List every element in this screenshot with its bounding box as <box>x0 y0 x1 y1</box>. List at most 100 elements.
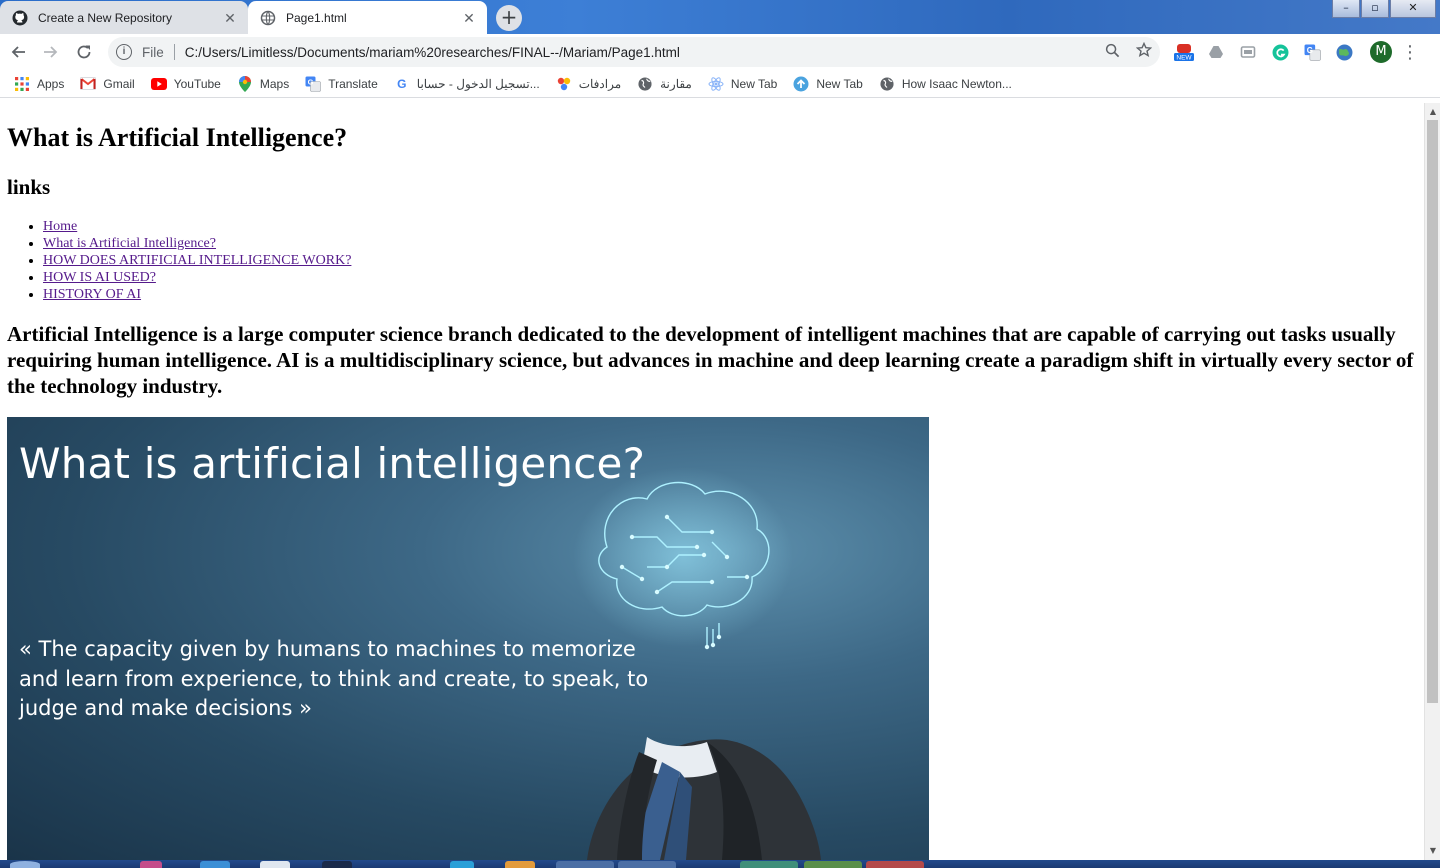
start-orb-icon[interactable] <box>10 861 40 868</box>
back-arrow-icon <box>11 46 25 58</box>
maps-pin-icon <box>237 75 253 92</box>
youtube-icon <box>150 76 167 92</box>
github-icon <box>12 10 28 25</box>
bookmark-gmail[interactable]: Gmail <box>80 76 135 92</box>
svg-text:G: G <box>308 77 314 86</box>
links-heading: links <box>7 175 51 199</box>
page-title: What is Artificial Intelligence? <box>7 123 348 152</box>
bookmark-translate[interactable]: G Translate <box>305 76 378 92</box>
taskbar-app-icon[interactable] <box>740 861 798 868</box>
taskbar-app-icon[interactable] <box>322 861 352 868</box>
ai-illustration-image: What is artificial intelligence? « The c… <box>7 417 929 860</box>
taskbar-app-icon[interactable] <box>618 861 676 868</box>
link-how-ai-used[interactable]: HOW IS AI USED? <box>43 270 156 285</box>
bookmark-new-tab-1[interactable]: New Tab <box>708 76 777 92</box>
image-quote-text: « The capacity given by humans to machin… <box>19 637 649 720</box>
globe-icon <box>260 10 276 25</box>
drive-extension-icon[interactable] <box>1204 42 1228 62</box>
forward-button[interactable] <box>36 37 66 67</box>
taskbar-app-icon[interactable] <box>866 861 924 868</box>
bookmark-maps[interactable]: Maps <box>237 75 290 92</box>
reload-button[interactable] <box>69 37 99 67</box>
forward-arrow-icon <box>44 46 58 58</box>
bookmark-label: YouTube <box>173 76 221 91</box>
bookmark-label: Translate <box>328 76 378 91</box>
scroll-up-arrow-icon[interactable]: ▲ <box>1428 105 1438 119</box>
bookmark-label: مرادفات <box>578 76 622 91</box>
taskbar-app-icon[interactable] <box>140 861 162 868</box>
link-history-of-ai[interactable]: HISTORY OF AI <box>43 287 141 302</box>
cast-extension-icon[interactable] <box>1236 42 1260 62</box>
bookmark-comparison[interactable]: مقارنة <box>637 76 692 92</box>
scrollbar-thumb[interactable] <box>1427 120 1438 703</box>
taskbar-app-icon[interactable] <box>556 861 614 868</box>
atom-icon <box>708 76 724 92</box>
url-text[interactable]: C:/Users/Limitless/Documents/mariam%20re… <box>185 45 1096 60</box>
bookmark-label: تسجيل الدخول - حسابا... <box>416 76 540 91</box>
google-icon: G <box>397 76 407 91</box>
new-badge-text: NEW <box>1176 55 1192 62</box>
upload-circle-icon <box>793 76 809 92</box>
close-window-button[interactable]: ✕ <box>1390 0 1436 18</box>
new-tab-button[interactable]: + <box>496 5 522 31</box>
tab-title: Create a New Repository <box>38 10 173 25</box>
list-item: HOW IS AI USED? <box>43 269 351 286</box>
minimize-button[interactable]: – <box>1332 0 1360 18</box>
bookmark-label: How Isaac Newton... <box>901 76 1012 91</box>
links-list: Home What is Artificial Intelligence? HO… <box>43 218 351 303</box>
globe-icon <box>879 76 895 92</box>
globe-extension-icon[interactable] <box>1332 42 1356 62</box>
gmail-icon <box>80 76 97 92</box>
close-tab-icon[interactable]: ✕ <box>222 10 238 26</box>
restore-button[interactable]: ▫ <box>1361 0 1389 18</box>
scroll-down-arrow-icon[interactable]: ▼ <box>1428 844 1438 858</box>
bookmark-google-signin[interactable]: G تسجيل الدخول - حسابا... <box>394 76 540 92</box>
grammarly-extension-icon[interactable] <box>1268 42 1292 62</box>
back-button[interactable] <box>3 37 33 67</box>
taskbar-app-icon[interactable] <box>260 861 290 868</box>
page-viewport: What is Artificial Intelligence? links H… <box>0 103 1424 860</box>
taskbar-app-icon[interactable] <box>505 861 535 868</box>
reload-icon <box>77 45 91 59</box>
profile-avatar[interactable]: M <box>1370 41 1392 63</box>
list-item: HISTORY OF AI <box>43 286 351 303</box>
people-icon <box>556 76 572 92</box>
url-scheme: File <box>142 44 164 60</box>
apps-grid-icon <box>14 76 30 92</box>
bookmark-new-tab-2[interactable]: New Tab <box>793 76 863 92</box>
bookmark-label: Maps <box>259 76 290 91</box>
bookmark-isaac-newton[interactable]: How Isaac Newton... <box>879 76 1012 92</box>
address-bar[interactable]: i File C:/Users/Limitless/Documents/mari… <box>108 37 1160 67</box>
os-taskbar <box>0 860 1440 868</box>
new-badge-extension-icon[interactable]: NEW <box>1172 42 1196 62</box>
zoom-icon[interactable] <box>1096 43 1128 62</box>
close-tab-icon[interactable]: ✕ <box>461 10 477 26</box>
bookmark-star-icon[interactable] <box>1128 41 1160 62</box>
window-controls: – ▫ ✕ <box>1331 0 1436 18</box>
bookmark-label: New Tab <box>730 76 778 91</box>
link-how-ai-works[interactable]: HOW DOES ARTIFICIAL INTELLIGENCE WORK? <box>43 253 351 268</box>
more-menu-icon[interactable]: ⋮ <box>1398 42 1422 63</box>
taskbar-app-icon[interactable] <box>450 861 474 868</box>
bookmark-synonyms[interactable]: مرادفات <box>556 76 621 92</box>
bookmark-apps[interactable]: Apps <box>14 76 64 92</box>
omnibox-divider <box>173 44 175 60</box>
taskbar-app-icon[interactable] <box>200 861 230 868</box>
page-scrollbar[interactable]: ▲ ▼ <box>1424 103 1440 860</box>
brain-glow <box>573 467 793 647</box>
tab-strip: Create a New Repository ✕ Page1.html ✕ +… <box>0 0 1440 34</box>
tab-create-repository[interactable]: Create a New Repository ✕ <box>0 1 248 34</box>
image-title-text: What is artificial intelligence? <box>19 439 646 488</box>
intro-paragraph: Artificial Intelligence is a large compu… <box>7 322 1414 398</box>
taskbar-app-icon[interactable] <box>804 861 862 868</box>
info-icon[interactable]: i <box>116 44 132 60</box>
link-what-is-ai[interactable]: What is Artificial Intelligence? <box>43 236 216 251</box>
translate-icon: G <box>305 76 322 92</box>
list-item: HOW DOES ARTIFICIAL INTELLIGENCE WORK? <box>43 252 351 269</box>
translate-extension-icon[interactable]: G <box>1300 42 1324 62</box>
tab-page1[interactable]: Page1.html ✕ <box>248 1 487 34</box>
bookmark-label: New Tab <box>816 76 863 91</box>
link-home[interactable]: Home <box>43 219 77 234</box>
bookmark-youtube[interactable]: YouTube <box>150 76 221 92</box>
tab-title: Page1.html <box>286 10 347 25</box>
